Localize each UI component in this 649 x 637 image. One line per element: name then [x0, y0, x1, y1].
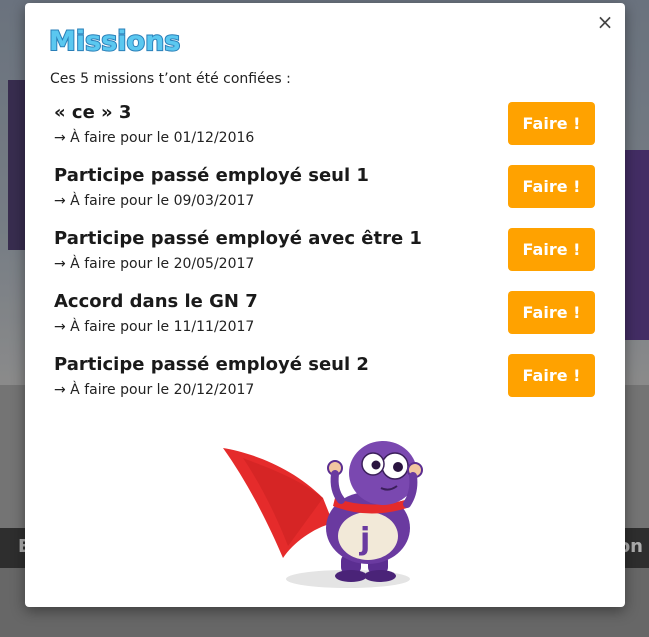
- svg-text:j: j: [359, 522, 370, 557]
- mission-due-date: → À faire pour le 20/12/2017: [54, 382, 255, 398]
- mission-item: Participe passé employé avec être 1 → À …: [54, 228, 599, 288]
- mission-item: Accord dans le GN 7 → À faire pour le 11…: [54, 291, 599, 351]
- mission-title: Participe passé employé seul 1: [54, 165, 369, 186]
- mission-title: Participe passé employé seul 2: [54, 354, 369, 375]
- faire-button[interactable]: Faire !: [508, 102, 595, 145]
- mission-title: Participe passé employé avec être 1: [54, 228, 422, 249]
- mission-due-date: → À faire pour le 01/12/2016: [54, 130, 255, 146]
- close-icon[interactable]: ×: [595, 12, 615, 32]
- faire-button[interactable]: Faire !: [508, 228, 595, 271]
- mission-item: Participe passé employé seul 1 → À faire…: [54, 165, 599, 225]
- intro-text: Ces 5 missions t’ont été confiées :: [50, 71, 291, 87]
- mission-due-date: → À faire pour le 20/05/2017: [54, 256, 255, 272]
- mission-item: Participe passé employé seul 2 → À faire…: [54, 354, 599, 414]
- faire-button[interactable]: Faire !: [508, 291, 595, 334]
- mission-due-date: → À faire pour le 11/11/2017: [54, 319, 255, 335]
- modal-title: Missions: [49, 26, 180, 55]
- mascot-illustration: j: [223, 441, 423, 588]
- mission-title: Accord dans le GN 7: [54, 291, 258, 312]
- faire-button[interactable]: Faire !: [508, 354, 595, 397]
- faire-button[interactable]: Faire !: [508, 165, 595, 208]
- mission-item: « ce » 3 → À faire pour le 01/12/2016 Fa…: [54, 102, 599, 162]
- missions-modal: × Missions Ces 5 missions t’ont été conf…: [25, 3, 625, 607]
- mission-due-date: → À faire pour le 09/03/2017: [54, 193, 255, 209]
- missions-title-logo: Missions: [48, 25, 181, 55]
- mission-title: « ce » 3: [54, 102, 132, 123]
